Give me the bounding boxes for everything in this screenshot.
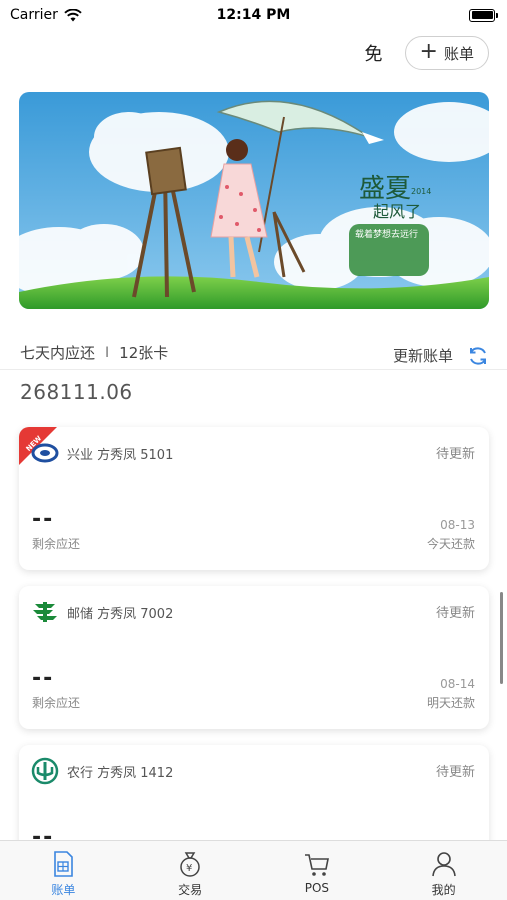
card-amount: -- bbox=[32, 666, 55, 691]
card-remain-label: 剩余应还 bbox=[32, 537, 81, 551]
card-title: 兴业 方秀凤 5101 bbox=[67, 447, 174, 463]
tab-bar: 账单 ¥ 交易 POS 我的 bbox=[0, 840, 507, 900]
status-time: 12:14 PM bbox=[216, 7, 291, 23]
add-bill-button[interactable]: + 账单 bbox=[404, 36, 489, 70]
card-status: 待更新 bbox=[435, 606, 475, 621]
tab-trade[interactable]: ¥ 交易 bbox=[127, 841, 254, 900]
tab-mine[interactable]: 我的 bbox=[380, 841, 507, 900]
psbc-logo-icon bbox=[33, 602, 57, 622]
card-item[interactable]: 邮储 方秀凤 7002 待更新 -- 剩余应还 08-14 明天还款 bbox=[19, 586, 489, 729]
card-status: 待更新 bbox=[435, 447, 475, 462]
card-amount: -- bbox=[32, 507, 55, 532]
banner-year: 2014 bbox=[411, 187, 431, 196]
plus-icon: + bbox=[419, 39, 438, 64]
scrollbar[interactable] bbox=[500, 592, 503, 684]
card-due: 今天还款 bbox=[426, 537, 475, 551]
tab-mine-label: 我的 bbox=[431, 883, 456, 897]
battery-icon bbox=[469, 8, 498, 22]
card-date: 08-14 bbox=[440, 677, 475, 691]
status-bar: Carrier 12:14 PM bbox=[0, 0, 507, 30]
promo-banner[interactable]: 盛夏 起风了 2014 载着梦想去远行 bbox=[19, 92, 489, 309]
card-date: 08-13 bbox=[440, 518, 475, 532]
summary-left: 七天内应还 I 12张卡 bbox=[20, 342, 168, 363]
tab-trade-label: 交易 bbox=[178, 883, 203, 897]
svg-text:¥: ¥ bbox=[186, 863, 192, 874]
card-title: 农行 方秀凤 1412 bbox=[67, 765, 174, 781]
bill-doc-icon bbox=[54, 851, 74, 877]
card-title: 邮储 方秀凤 7002 bbox=[67, 606, 174, 622]
mian-button[interactable]: 免 bbox=[365, 40, 383, 66]
summary-separator: I bbox=[105, 344, 110, 361]
seven-days-label: 七天内应还 bbox=[20, 344, 96, 362]
update-bill-button[interactable]: 更新账单 bbox=[393, 345, 489, 367]
cart-icon bbox=[304, 854, 329, 876]
banner-title-2: 起风了 bbox=[373, 202, 421, 221]
update-bill-label: 更新账单 bbox=[392, 347, 453, 365]
card-header: 兴业 方秀凤 5101 bbox=[31, 439, 173, 467]
status-left: Carrier bbox=[10, 7, 82, 23]
banner-subtitle: 载着梦想去远行 bbox=[355, 228, 418, 240]
banner-illustration: 盛夏 起风了 2014 载着梦想去远行 bbox=[19, 92, 489, 309]
carrier-label: Carrier bbox=[10, 7, 58, 23]
card-header: 农行 方秀凤 1412 bbox=[31, 757, 173, 785]
tab-pos[interactable]: POS bbox=[254, 841, 381, 900]
abc-logo-icon bbox=[31, 757, 59, 785]
tab-bill-label: 账单 bbox=[51, 883, 76, 897]
card-count-label: 12张卡 bbox=[119, 344, 169, 362]
tab-pos-label: POS bbox=[304, 881, 330, 895]
wifi-icon bbox=[64, 8, 82, 21]
card-item[interactable]: NEW 兴业 方秀凤 5101 待更新 -- 剩余应还 08-13 今天还款 bbox=[19, 427, 489, 570]
money-bag-icon: ¥ bbox=[180, 852, 200, 877]
card-remain-label: 剩余应还 bbox=[32, 696, 81, 710]
card-header: 邮储 方秀凤 7002 bbox=[31, 598, 173, 626]
summary-row: 七天内应还 I 12张卡 更新账单 bbox=[0, 336, 507, 370]
tab-bill[interactable]: 账单 bbox=[0, 841, 127, 900]
card-status: 待更新 bbox=[435, 765, 475, 780]
add-bill-label: 账单 bbox=[443, 44, 474, 63]
cib-logo-icon bbox=[31, 443, 59, 463]
person-icon bbox=[431, 852, 456, 877]
banner-title-1: 盛夏 bbox=[359, 174, 411, 204]
top-actions: 免 + 账单 bbox=[365, 36, 489, 70]
refresh-icon bbox=[470, 346, 486, 365]
card-due: 明天还款 bbox=[426, 696, 475, 710]
total-amount: 268111.06 bbox=[20, 380, 133, 404]
